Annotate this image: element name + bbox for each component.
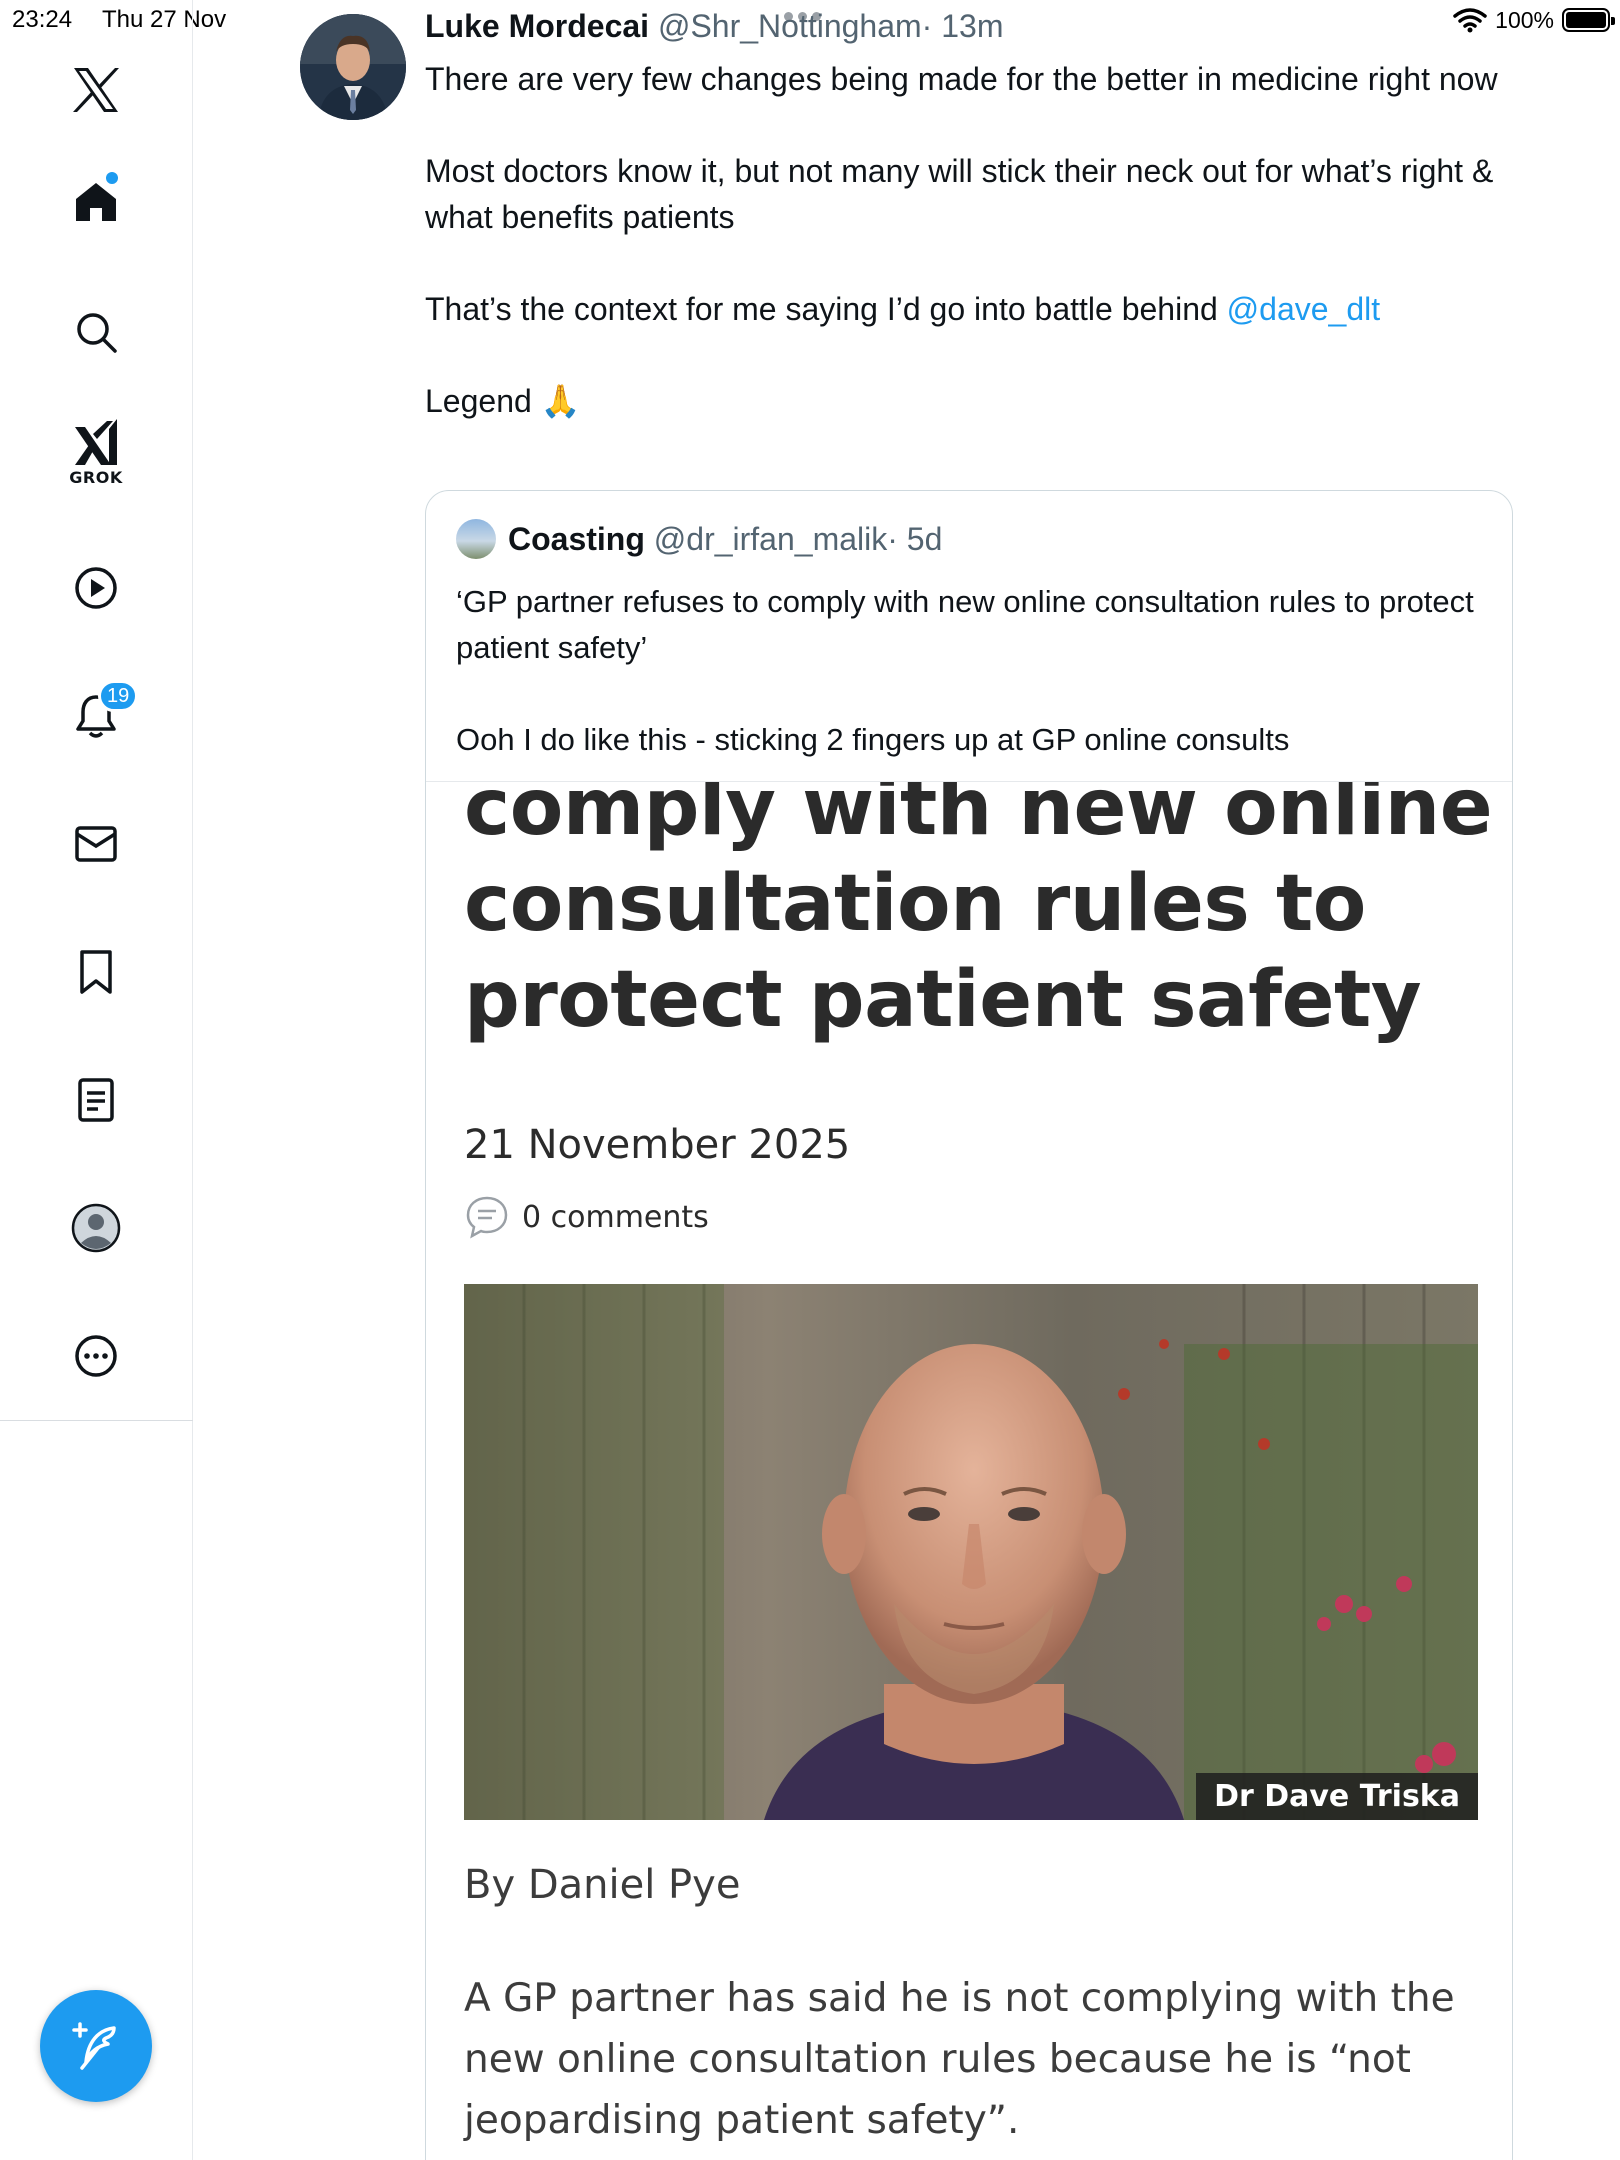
tweet-text: There are very few changes being made fo…	[425, 56, 1505, 470]
sidebar-item-messages[interactable]	[56, 804, 136, 884]
sidebar-item-notifications[interactable]: 19	[56, 676, 139, 756]
home-unread-dot	[106, 172, 118, 184]
profile-icon	[71, 1203, 121, 1253]
sidebar-item-bookmarks[interactable]	[56, 932, 136, 1012]
photo-caption: Dr Dave Triska	[1196, 1773, 1478, 1820]
x-logo-icon[interactable]	[56, 50, 136, 130]
article-comments: 0 comments	[464, 1194, 709, 1240]
tweet-paragraph: Most doctors know it, but not many will …	[425, 153, 1494, 235]
search-icon	[77, 313, 117, 353]
sidebar-item-profile[interactable]	[56, 1188, 136, 1268]
tweet-header: Luke Mordecai @Shr_Nottingham· 13m	[425, 8, 1003, 45]
battery-percent: 100%	[1495, 6, 1554, 33]
quote-avatar[interactable]	[456, 519, 496, 559]
sidebar-item-articles[interactable]	[56, 1060, 136, 1140]
article-screenshot[interactable]: GP partner refuses to comply with new on…	[426, 781, 1512, 2160]
article-body: A GP partner has said he is not complyin…	[464, 1976, 1455, 2143]
sidebar-divider	[0, 1420, 193, 1421]
article-photo: Dr Dave Triska	[464, 1284, 1478, 1820]
mail-icon	[75, 826, 117, 862]
grok-label: GROK	[69, 468, 123, 487]
quote-paragraph: Ooh I do like this - sticking 2 fingers …	[456, 722, 1290, 757]
article-comments-count: 0 comments	[522, 1199, 709, 1235]
grok-icon	[75, 419, 117, 465]
author-avatar[interactable]	[300, 14, 406, 120]
tweet-paragraph: Legend 🙏	[425, 383, 581, 419]
quoted-tweet[interactable]: Coasting @dr_irfan_malik · 5d ‘GP partner…	[425, 490, 1513, 2160]
quote-text: ‘GP partner refuses to comply with new o…	[456, 579, 1486, 809]
sidebar-item-video[interactable]	[56, 548, 136, 628]
home-icon	[76, 183, 116, 221]
play-icon	[75, 567, 117, 609]
quote-time: · 5d	[887, 520, 943, 557]
quote-author-handle[interactable]: @dr_irfan_malik	[654, 521, 887, 558]
sidebar-item-grok[interactable]: GROK	[56, 412, 136, 492]
mention-link[interactable]: @dave_dlt	[1227, 291, 1380, 327]
article-date: 21 November 2025	[464, 1122, 851, 1168]
quote-header: Coasting @dr_irfan_malik · 5d	[456, 519, 942, 559]
tweet-author-handle[interactable]: @Shr_Nottingham	[658, 8, 922, 44]
tweet-time[interactable]: · 13m	[922, 8, 1004, 44]
sidebar-item-home[interactable]	[56, 162, 136, 242]
tweet-paragraph: That’s the context for me saying I’d go …	[425, 286, 1505, 332]
tweet-paragraph: There are very few changes being made fo…	[425, 61, 1498, 97]
bookmark-icon	[80, 950, 112, 994]
wifi-icon	[1453, 8, 1487, 33]
quote-author-name[interactable]: Coasting	[508, 521, 645, 558]
status-right: 100%	[1453, 4, 1615, 36]
tweet-text-segment: That’s the context for me saying I’d go …	[425, 291, 1227, 327]
sidebar: GROK 19	[0, 0, 193, 2160]
article-byline: By Daniel Pye	[464, 1862, 741, 1908]
sidebar-item-more[interactable]	[56, 1316, 136, 1396]
tweet-author-name[interactable]: Luke Mordecai	[425, 8, 649, 44]
battery-icon	[1562, 8, 1615, 32]
article-headline: GP partner refuses to comply with new on…	[464, 781, 1493, 1045]
more-icon	[75, 1335, 117, 1377]
sidebar-item-search[interactable]	[56, 292, 136, 372]
article-icon	[78, 1078, 114, 1122]
compose-icon	[72, 2022, 116, 2070]
notifications-badge: 19	[98, 680, 139, 712]
quote-paragraph: ‘GP partner refuses to comply with new o…	[456, 584, 1474, 665]
compose-button[interactable]	[40, 1990, 152, 2102]
comment-icon	[466, 1196, 508, 1239]
